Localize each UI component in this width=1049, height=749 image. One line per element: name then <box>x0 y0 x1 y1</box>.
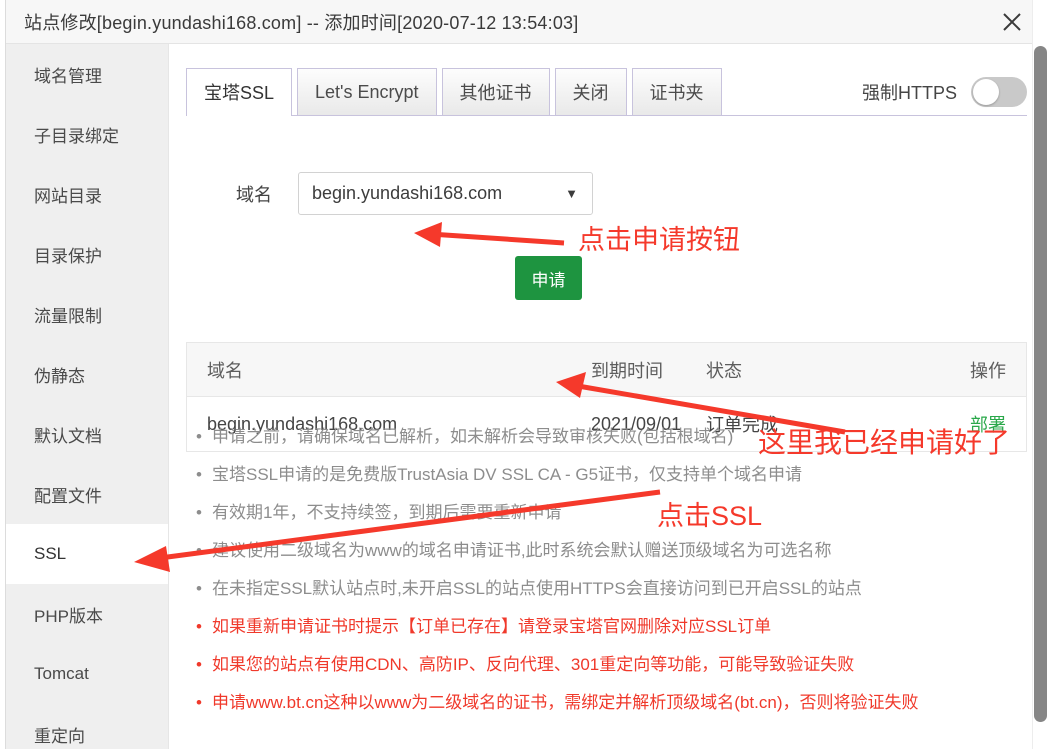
tab-cert-folder[interactable]: 证书夹 <box>631 68 722 115</box>
note-text: 建议使用二级域名为www的域名申请证书,此时系统会默认赠送顶级域名为可选名称 <box>212 541 832 560</box>
bullet-icon: • <box>196 541 202 560</box>
toggle-knob <box>973 79 999 105</box>
tab-label: 证书夹 <box>649 83 704 103</box>
sidebar-item-label: 流量限制 <box>34 306 102 326</box>
sidebar-item-ssl[interactable]: SSL <box>6 524 168 584</box>
content-panel: 宝塔SSL Let's Encrypt 其他证书 关闭 证书夹 强制HTTPS … <box>169 44 1049 749</box>
sidebar-item-rewrite[interactable]: 伪静态 <box>6 344 168 404</box>
vertical-scrollbar-thumb[interactable] <box>1034 46 1047 722</box>
col-header-domain: 域名 <box>207 360 243 381</box>
list-item: • 宝塔SSL申请的是免费版TrustAsia DV SSL CA - G5证书… <box>186 460 1039 498</box>
bullet-icon: • <box>196 617 202 636</box>
sidebar-item-label: 伪静态 <box>34 366 85 386</box>
list-item: • 申请www.bt.cn这种以www为二级域名的证书，需绑定并解析顶级域名(b… <box>186 688 1039 726</box>
tab-bar: 宝塔SSL Let's Encrypt 其他证书 关闭 证书夹 强制HTTPS <box>186 68 1027 116</box>
sidebar-item-label: 子目录绑定 <box>34 126 119 146</box>
domain-select-value: begin.yundashi168.com <box>312 183 503 203</box>
bullet-icon: • <box>196 579 202 598</box>
sidebar-item-subdir-bind[interactable]: 子目录绑定 <box>6 104 168 164</box>
list-item: • 有效期1年，不支持续签，到期后需要重新申请 <box>186 498 1039 536</box>
sidebar-item-domain-manage[interactable]: 域名管理 <box>6 44 168 104</box>
sidebar-item-label: 重定向 <box>34 726 85 746</box>
vertical-scrollbar-track[interactable] <box>1032 0 1049 749</box>
tab-label: Let's Encrypt <box>315 81 419 102</box>
notes-list: • 申请之前，请确保域名已解析，如未解析会导致审核失败(包括根域名) • 宝塔S… <box>186 422 1039 726</box>
sidebar-item-label: 目录保护 <box>34 246 102 266</box>
list-item: • 在未指定SSL默认站点时,未开启SSL的站点使用HTTPS会直接访问到已开启… <box>186 574 1039 612</box>
list-item: • 如果重新申请证书时提示【订单已存在】请登录宝塔官网删除对应SSL订单 <box>186 612 1039 650</box>
note-text: 宝塔SSL申请的是免费版TrustAsia DV SSL CA - G5证书，仅… <box>212 465 803 484</box>
domain-select[interactable]: begin.yundashi168.com ▼ <box>298 172 593 215</box>
note-text: 申请之前，请确保域名已解析，如未解析会导致审核失败(包括根域名) <box>212 427 734 446</box>
sidebar-item-config-file[interactable]: 配置文件 <box>6 464 168 524</box>
tab-bt-ssl[interactable]: 宝塔SSL <box>186 68 293 116</box>
force-https-label: 强制HTTPS <box>861 83 957 103</box>
domain-select-row: 域名 begin.yundashi168.com ▼ <box>186 172 593 215</box>
tab-label: 其他证书 <box>459 83 532 103</box>
col-header-action: 操作 <box>970 360 1006 381</box>
note-text: 有效期1年，不支持续签，到期后需要重新申请 <box>212 503 562 522</box>
sidebar-item-traffic-limit[interactable]: 流量限制 <box>6 284 168 344</box>
sidebar-item-label: 网站目录 <box>34 186 102 206</box>
tab-label: 关闭 <box>572 83 609 103</box>
titlebar: 站点修改[begin.yundashi168.com] -- 添加时间[2020… <box>6 0 1049 44</box>
sidebar-item-label: 配置文件 <box>34 486 102 506</box>
sidebar-item-site-dir[interactable]: 网站目录 <box>6 164 168 224</box>
bullet-icon: • <box>196 427 202 446</box>
apply-button[interactable]: 申请 <box>515 256 582 300</box>
bullet-icon: • <box>196 655 202 674</box>
col-header-expire: 到期时间 <box>591 360 663 381</box>
sidebar-item-label: 域名管理 <box>34 66 102 86</box>
bullet-icon: • <box>196 465 202 484</box>
list-item: • 如果您的站点有使用CDN、高防IP、反向代理、301重定向等功能，可能导致验… <box>186 650 1039 688</box>
list-item: • 建议使用二级域名为www的域名申请证书,此时系统会默认赠送顶级域名为可选名称 <box>186 536 1039 574</box>
tab-label: 宝塔SSL <box>204 83 275 103</box>
sidebar-item-label: 默认文档 <box>34 426 102 446</box>
tab-lets-encrypt[interactable]: Let's Encrypt <box>297 68 437 115</box>
note-text: 如果您的站点有使用CDN、高防IP、反向代理、301重定向等功能，可能导致验证失… <box>212 655 855 674</box>
sidebar-item-default-doc[interactable]: 默认文档 <box>6 404 168 464</box>
sidebar-item-tomcat[interactable]: Tomcat <box>6 644 168 704</box>
note-text: 如果重新申请证书时提示【订单已存在】请登录宝塔官网删除对应SSL订单 <box>212 617 772 636</box>
close-icon[interactable] <box>997 7 1027 37</box>
col-header-status: 状态 <box>706 360 742 381</box>
tab-other-cert[interactable]: 其他证书 <box>441 68 550 115</box>
sidebar-item-redirect[interactable]: 重定向 <box>6 704 168 749</box>
domain-label: 域名 <box>236 184 272 205</box>
bullet-icon: • <box>196 503 202 522</box>
bullet-icon: • <box>196 693 202 712</box>
sidebar-item-label: SSL <box>34 544 67 563</box>
list-item: • 申请之前，请确保域名已解析，如未解析会导致审核失败(包括根域名) <box>186 422 1039 460</box>
sidebar-item-label: PHP版本 <box>34 606 103 626</box>
force-https-control: 强制HTTPS <box>862 77 1027 115</box>
chevron-down-icon: ▼ <box>565 186 578 201</box>
sidebar-item-php-version[interactable]: PHP版本 <box>6 584 168 644</box>
page-title: 站点修改[begin.yundashi168.com] -- 添加时间[2020… <box>24 12 579 33</box>
tab-close-ssl[interactable]: 关闭 <box>554 68 627 115</box>
note-text: 在未指定SSL默认站点时,未开启SSL的站点使用HTTPS会直接访问到已开启SS… <box>212 579 862 598</box>
force-https-toggle[interactable] <box>971 77 1027 107</box>
note-text: 申请www.bt.cn这种以www为二级域名的证书，需绑定并解析顶级域名(bt.… <box>212 693 919 712</box>
site-edit-dialog: 站点修改[begin.yundashi168.com] -- 添加时间[2020… <box>0 0 1049 749</box>
sidebar-item-label: Tomcat <box>34 664 89 683</box>
sidebar-item-dir-protect[interactable]: 目录保护 <box>6 224 168 284</box>
table-header-row: 域名 到期时间 状态 操作 <box>187 343 1026 397</box>
sidebar: 域名管理 子目录绑定 网站目录 目录保护 流量限制 伪静态 默认文档 配置文件 … <box>6 44 169 749</box>
